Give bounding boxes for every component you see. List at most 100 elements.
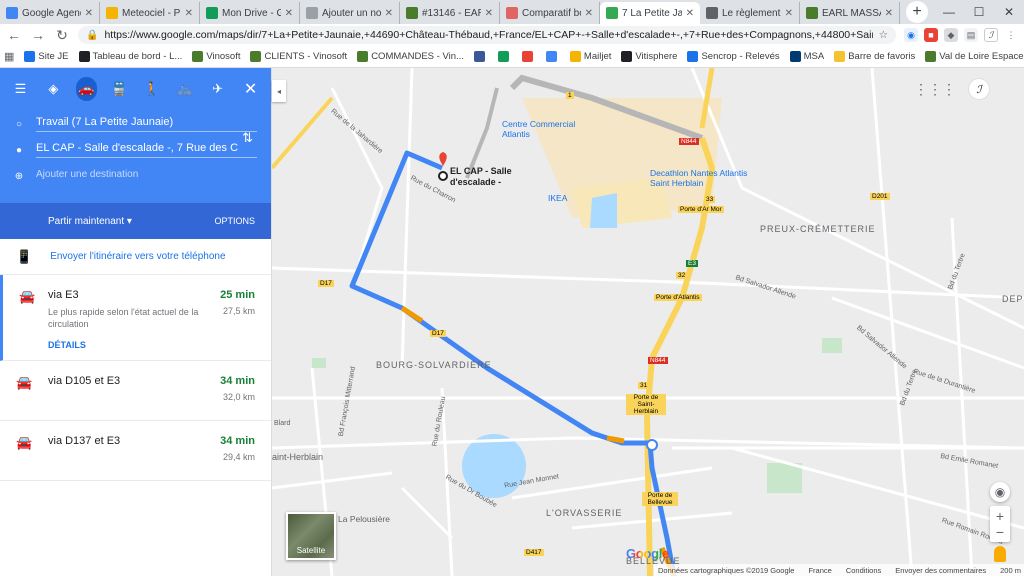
bookmark-icon (621, 51, 633, 62)
minimize-icon[interactable]: — (934, 0, 964, 24)
close-tab-icon[interactable]: ✕ (686, 8, 694, 19)
swap-icon[interactable]: ⇅ (242, 130, 253, 146)
poi-decathlon[interactable]: Decathlon Nantes Atlantis Saint Herblain (650, 168, 750, 188)
bookmark-item[interactable]: Sencrop - Relevés (687, 51, 780, 62)
route-option[interactable]: 🚘 via D105 et E3 34 min 32,0 km (0, 361, 271, 422)
street-romanet: Bd Emile Romanet (939, 452, 999, 471)
route-option[interactable]: 🚘 via D137 et E3 34 min 29,4 km (0, 421, 271, 482)
close-tab-icon[interactable]: ✕ (85, 8, 93, 19)
browser-tab[interactable]: Google Agenda ✕ (0, 2, 100, 24)
apps-grid-icon[interactable]: ⋮⋮⋮ (914, 81, 956, 98)
street-monnet: Rue Jean Monnet (503, 473, 560, 490)
map-footer-item[interactable]: 200 m (1000, 566, 1021, 575)
add-destination-input[interactable]: Ajouter une destination (36, 169, 257, 183)
reload-icon[interactable]: ↻ (54, 27, 70, 44)
close-tab-icon[interactable]: ✕ (785, 8, 793, 19)
zoom-out-icon[interactable]: − (996, 524, 1004, 540)
menu-icon[interactable]: ☰ (10, 77, 31, 101)
map-top-right-controls: ⋮⋮⋮ ℐ (914, 78, 990, 100)
origin-input[interactable]: Travail (7 La Petite Jaunaie) (36, 116, 257, 132)
account-avatar[interactable]: ℐ (968, 78, 990, 100)
collapse-panel-button[interactable]: ◂ (272, 80, 286, 102)
zoom-in-icon[interactable]: + (996, 508, 1004, 524)
browser-tab[interactable]: Ajouter un nouv ✕ (300, 2, 400, 24)
flight-mode-icon[interactable]: ✈ (207, 77, 228, 101)
address-bar[interactable]: 🔒 https://www.google.com/maps/dir/7+La+P… (78, 26, 896, 44)
destination-input[interactable]: EL CAP - Salle d'escalade -, 7 Rue des C (36, 142, 257, 158)
profile-avatar-icon[interactable]: ℐ (984, 28, 998, 42)
close-tab-icon[interactable]: ✕ (885, 8, 893, 19)
bookmark-item[interactable]: Vinosoft (192, 51, 240, 62)
extension-icon[interactable]: ◉ (904, 28, 918, 42)
map-footer-item[interactable]: Conditions (846, 566, 881, 575)
close-tab-icon[interactable]: ✕ (185, 8, 193, 19)
extension-icon[interactable]: ▤ (964, 28, 978, 42)
bookmark-item[interactable] (473, 51, 488, 62)
poi-centre-commercial[interactable]: Centre Commercial Atlantis (502, 119, 592, 139)
bookmark-item[interactable] (497, 51, 512, 62)
transit-mode-icon[interactable]: 🚆 (109, 77, 130, 101)
browser-tab[interactable]: Meteociel - Pré ✕ (100, 2, 200, 24)
origin-dot-icon: ○ (15, 118, 23, 130)
bookmark-item[interactable]: MSA (789, 51, 824, 62)
extension-icon[interactable]: ◆ (944, 28, 958, 42)
bookmark-item[interactable]: Barre de favoris (834, 51, 915, 62)
send-to-phone[interactable]: 📱 Envoyer l'itinéraire vers votre téléph… (0, 239, 271, 275)
browser-tab[interactable]: Mon Drive - Go ✕ (200, 2, 300, 24)
bookmark-icon (569, 51, 581, 62)
new-tab-button[interactable]: + (906, 1, 928, 23)
close-tab-icon[interactable]: ✕ (285, 8, 293, 19)
destination-map-label[interactable]: EL CAP - Salle d'escalade - (450, 166, 514, 188)
options-button[interactable]: OPTIONS (214, 216, 255, 226)
cycling-mode-icon[interactable]: 🚲 (174, 77, 195, 101)
street-view-pegman-icon[interactable] (994, 546, 1006, 562)
browser-tab[interactable]: 7 La Petite Jaun ✕ (600, 2, 700, 24)
close-tab-icon[interactable]: ✕ (585, 8, 593, 19)
menu-dots-icon[interactable]: ⋮ (1004, 28, 1018, 42)
back-arrow-icon[interactable]: ← (6, 27, 22, 43)
browser-tab[interactable]: EARL MASSART ✕ (800, 2, 900, 24)
browser-tab[interactable]: Le règlement - ✕ (700, 2, 800, 24)
bookmark-item[interactable]: Tableau de bord - L... (78, 51, 182, 62)
route-option[interactable]: 🚘 via E3 25 min Le plus rapide selon l'état… (0, 275, 271, 362)
best-route-icon[interactable]: ◈ (43, 77, 64, 101)
bookmark-item[interactable]: Site JE (24, 51, 69, 62)
destination-pin-icon: ● (15, 144, 23, 156)
driving-mode-icon[interactable]: 🚗 (75, 77, 97, 101)
apps-icon[interactable]: ▦ (4, 50, 14, 63)
url-text[interactable]: https://www.google.com/maps/dir/7+La+Pet… (104, 29, 872, 41)
star-icon[interactable]: ☆ (879, 29, 888, 41)
bookmark-item[interactable]: Vitisphere (621, 51, 677, 62)
bookmark-item[interactable]: CLIENTS - Vinosoft (250, 51, 347, 62)
exit-atlantis: Porte d'Atlantis (654, 294, 702, 301)
bookmark-item[interactable] (545, 51, 560, 62)
maximize-icon[interactable]: ☐ (964, 0, 994, 24)
route-details-link[interactable]: DÉTAILS (48, 340, 255, 350)
bookmark-item[interactable] (521, 51, 536, 62)
bookmark-item[interactable]: Mailjet (569, 51, 611, 62)
forward-arrow-icon[interactable]: → (30, 27, 46, 43)
browser-tab[interactable]: #13146 - EARL ✕ (400, 2, 500, 24)
map-footer-item[interactable]: France (808, 566, 831, 575)
tab-title: #13146 - EARL (422, 7, 481, 19)
bookmark-icon (545, 51, 557, 62)
my-location-icon[interactable]: ◉ (990, 482, 1010, 502)
browser-tab[interactable]: Comparatif bo ✕ (500, 2, 600, 24)
walking-mode-icon[interactable]: 🚶 (142, 77, 163, 101)
close-tab-icon[interactable]: ✕ (385, 8, 393, 19)
depart-dropdown[interactable]: Partir maintenant ▾ (48, 216, 132, 227)
close-tab-icon[interactable]: ✕ (485, 8, 493, 19)
add-icon[interactable]: ⊕ (14, 171, 24, 182)
bookmark-item[interactable]: COMMANDES - Vin... (357, 51, 464, 62)
bookmark-item[interactable]: Val de Loire Espace... (925, 51, 1024, 62)
extension-icon[interactable]: ■ (924, 28, 938, 42)
close-directions-icon[interactable]: ✕ (240, 77, 261, 101)
bookmark-icon (24, 51, 36, 62)
map-canvas[interactable]: EL CAP - Salle d'escalade - Centre Comme… (272, 68, 1024, 576)
map-footer-item[interactable]: Envoyer des commentaires (895, 566, 986, 575)
close-window-icon[interactable]: ✕ (994, 0, 1024, 24)
destination-row: ● EL CAP - Salle d'escalade -, 7 Rue des… (14, 142, 257, 158)
poi-ikea[interactable]: IKEA (548, 193, 567, 203)
satellite-toggle[interactable]: Satellite (286, 512, 336, 560)
bookmark-label: Vitisphere (635, 51, 678, 62)
